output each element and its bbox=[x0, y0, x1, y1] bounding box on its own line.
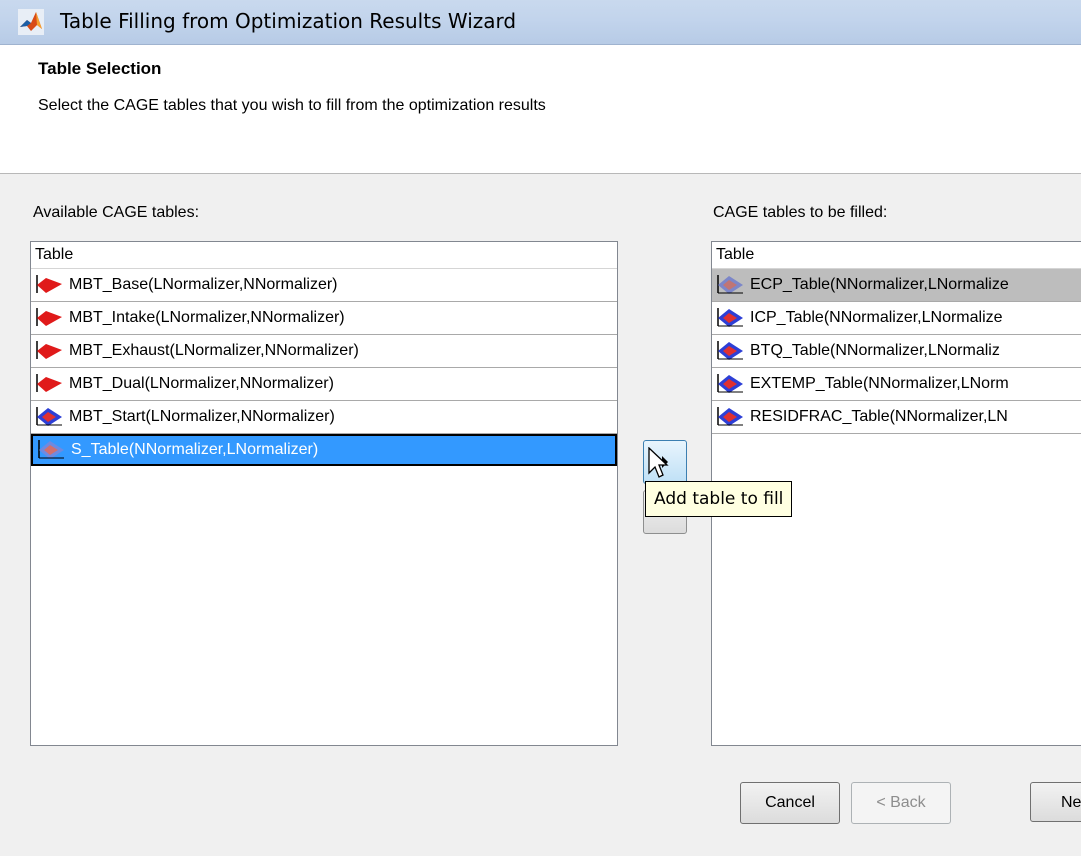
list-item[interactable]: RESIDFRAC_Table(NNormalizer,LN bbox=[712, 401, 1081, 434]
feature-icon bbox=[36, 308, 62, 326]
list-item[interactable]: EXTEMP_Table(NNormalizer,LNorm bbox=[712, 368, 1081, 401]
matlab-icon bbox=[18, 9, 44, 35]
step-description: Select the CAGE tables that you wish to … bbox=[38, 97, 546, 114]
list-item[interactable]: MBT_Base(LNormalizer,NNormalizer) bbox=[31, 269, 617, 302]
step-title: Table Selection bbox=[38, 59, 162, 78]
list-item[interactable]: MBT_Exhaust(LNormalizer,NNormalizer) bbox=[31, 335, 617, 368]
wizard-header: Table Selection Select the CAGE tables t… bbox=[0, 45, 1081, 174]
list-item-label: RESIDFRAC_Table(NNormalizer,LN bbox=[750, 408, 1008, 425]
available-tables-label: Available CAGE tables: bbox=[33, 204, 200, 221]
table-icon bbox=[38, 440, 64, 459]
table-icon bbox=[717, 374, 743, 393]
list-item-label: S_Table(NNormalizer,LNormalizer) bbox=[71, 441, 319, 458]
column-header-table[interactable]: Table bbox=[31, 242, 617, 269]
list-item-label: EXTEMP_Table(NNormalizer,LNorm bbox=[750, 375, 1009, 392]
list-item-label: MBT_Start(LNormalizer,NNormalizer) bbox=[69, 408, 335, 425]
feature-icon bbox=[36, 374, 62, 392]
list-item-label: BTQ_Table(NNormalizer,LNormaliz bbox=[750, 342, 1000, 359]
list-item[interactable]: BTQ_Table(NNormalizer,LNormaliz bbox=[712, 335, 1081, 368]
list-item-label: ICP_Table(NNormalizer,LNormalize bbox=[750, 309, 1003, 326]
table-icon bbox=[717, 407, 743, 426]
list-item-label: MBT_Exhaust(LNormalizer,NNormalizer) bbox=[69, 342, 359, 359]
available-tables-list[interactable]: Table MBT_Base(LNormalizer,NNormalizer) … bbox=[30, 241, 618, 746]
feature-icon bbox=[36, 275, 62, 293]
mouse-cursor-icon bbox=[648, 447, 669, 478]
list-item-selected[interactable]: S_Table(NNormalizer,LNormalizer) bbox=[31, 434, 617, 466]
list-item-label: MBT_Dual(LNormalizer,NNormalizer) bbox=[69, 375, 334, 392]
window-titlebar[interactable]: Table Filling from Optimization Results … bbox=[0, 0, 1081, 45]
list-item[interactable]: ICP_Table(NNormalizer,LNormalize bbox=[712, 302, 1081, 335]
list-item-label: MBT_Intake(LNormalizer,NNormalizer) bbox=[69, 309, 345, 326]
list-item-label: ECP_Table(NNormalizer,LNormalize bbox=[750, 276, 1009, 293]
feature-icon bbox=[36, 341, 62, 359]
table-icon bbox=[717, 308, 743, 327]
list-item[interactable]: MBT_Dual(LNormalizer,NNormalizer) bbox=[31, 368, 617, 401]
table-icon bbox=[717, 341, 743, 360]
list-item[interactable]: MBT_Intake(LNormalizer,NNormalizer) bbox=[31, 302, 617, 335]
tables-to-fill-label: CAGE tables to be filled: bbox=[713, 204, 888, 221]
list-item[interactable]: MBT_Start(LNormalizer,NNormalizer) bbox=[31, 401, 617, 434]
list-item-label: MBT_Base(LNormalizer,NNormalizer) bbox=[69, 276, 338, 293]
back-button[interactable]: < Back bbox=[851, 782, 951, 824]
window-title: Table Filling from Optimization Results … bbox=[60, 9, 517, 33]
table-icon bbox=[36, 407, 62, 426]
cancel-button[interactable]: Cancel bbox=[740, 782, 840, 824]
tooltip: Add table to fill bbox=[645, 481, 793, 517]
table-icon bbox=[717, 275, 743, 294]
list-item[interactable]: ECP_Table(NNormalizer,LNormalize bbox=[712, 269, 1081, 302]
column-header-table[interactable]: Table bbox=[712, 242, 1081, 269]
next-button[interactable]: Ne bbox=[1030, 782, 1081, 822]
